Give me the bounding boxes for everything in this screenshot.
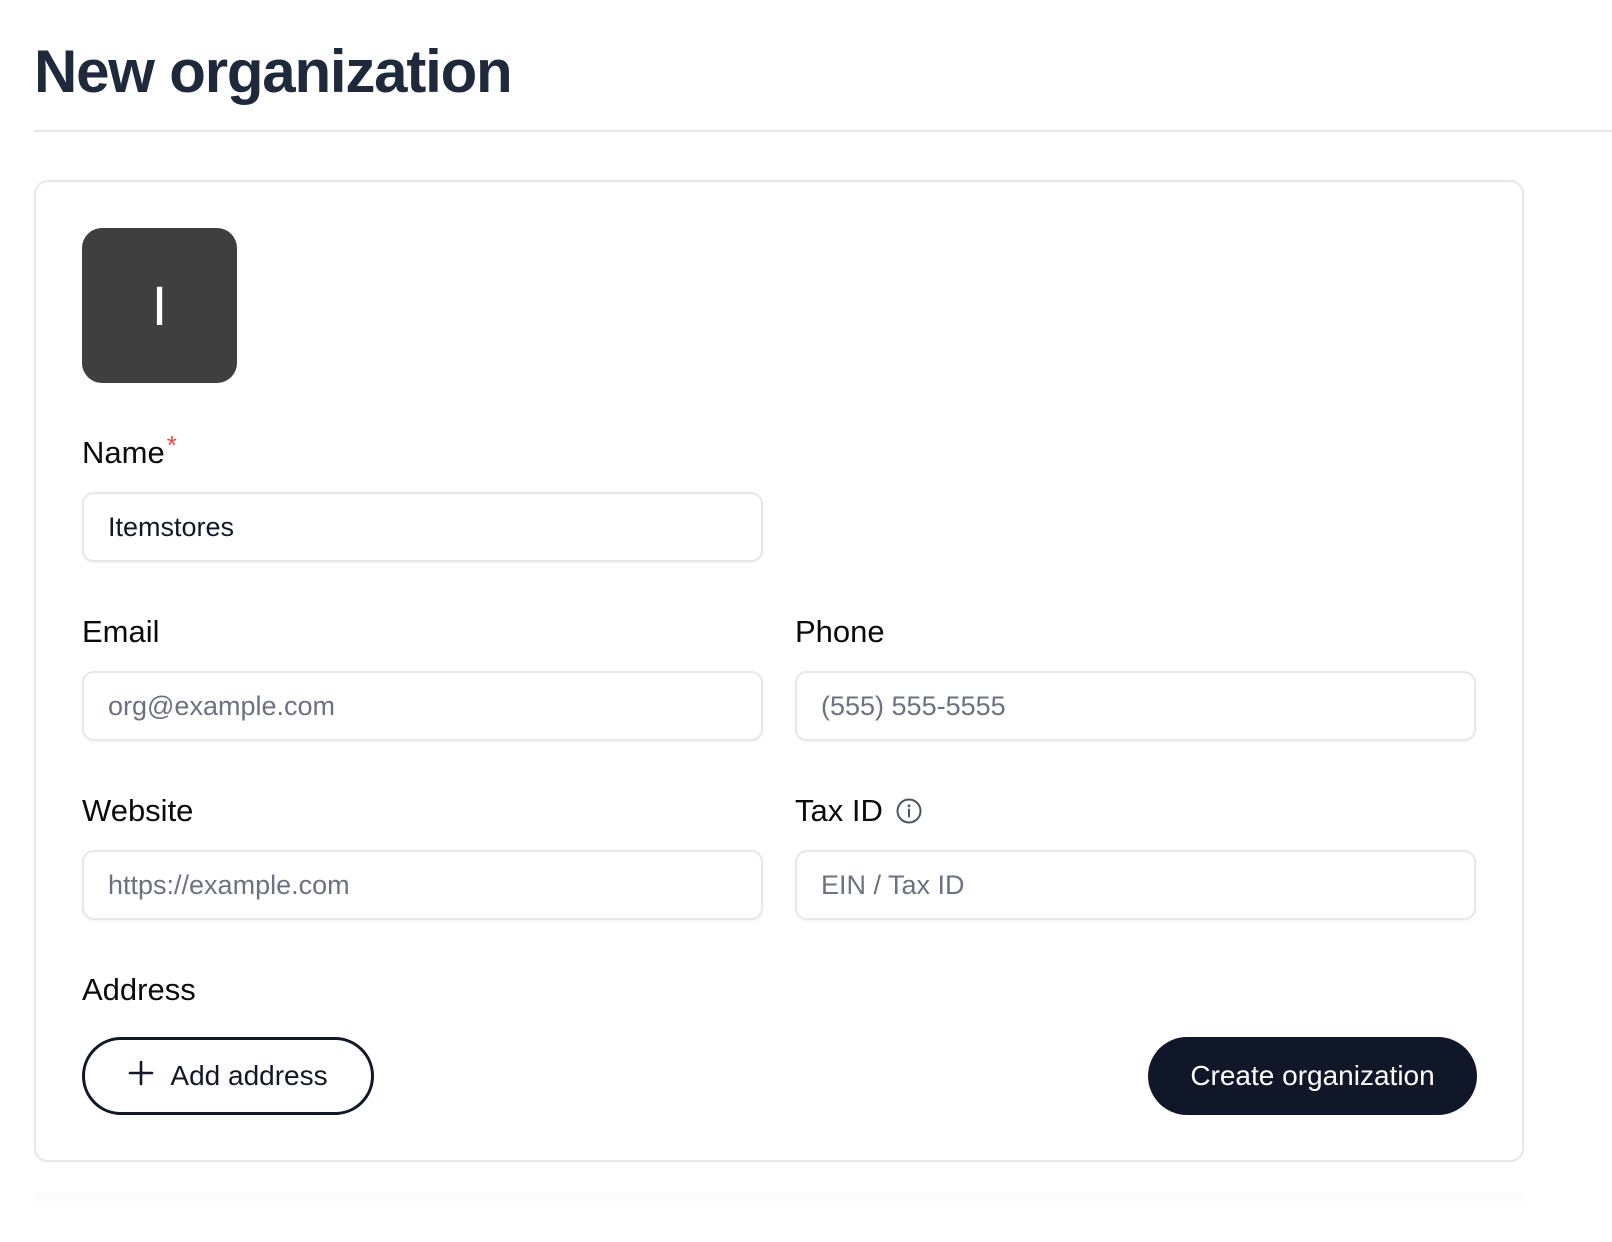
required-marker: * [166,430,177,460]
page: New organization I Name* Email Phone Web… [0,0,1612,1242]
name-input[interactable] [82,492,763,562]
info-icon[interactable] [895,797,923,825]
name-label-text: Name [82,435,165,470]
phone-input[interactable] [795,671,1476,741]
avatar-initial: I [151,274,168,337]
website-label: Website [82,793,194,828]
email-input[interactable] [82,671,763,741]
tax-id-label: Tax ID [795,791,923,831]
create-organization-button[interactable]: Create organization [1148,1037,1477,1115]
title-divider [34,130,1612,132]
add-address-button[interactable]: Add address [82,1037,374,1115]
create-organization-label: Create organization [1190,1060,1435,1091]
page-title: New organization [34,38,513,105]
tax-id-label-text: Tax ID [795,793,883,828]
organization-avatar[interactable]: I [82,228,237,383]
phone-label: Phone [795,614,885,649]
address-label: Address [82,972,196,1007]
website-input[interactable] [82,850,763,920]
name-label: Name * [82,430,177,473]
email-label: Email [82,614,160,649]
card-bottom-shade [34,1192,1524,1210]
tax-id-input[interactable] [795,850,1476,920]
add-address-label: Add address [170,1060,328,1091]
plus-icon [128,1060,154,1093]
